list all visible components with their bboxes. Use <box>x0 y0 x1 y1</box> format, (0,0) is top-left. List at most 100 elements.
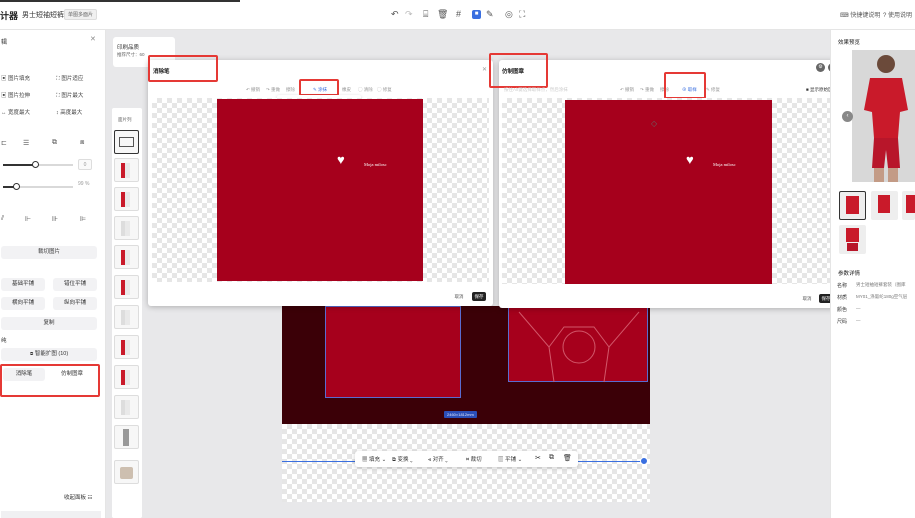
panel-thumb-shade <box>125 280 130 295</box>
width-max-button[interactable]: ↔ 宽度最大 <box>1 108 30 116</box>
offset-tile-button[interactable]: 错位平铺 <box>53 278 97 291</box>
clone-stamp-button[interactable]: 仿制图章 <box>50 368 94 381</box>
smart-expand-button[interactable]: ⧈ 智能扩图 (10) <box>1 348 97 361</box>
crop-button[interactable]: ⌗ 裁切 <box>466 455 482 464</box>
opacity-slider-handle[interactable] <box>32 161 39 168</box>
tile-menu[interactable]: ▥ 平铺 ⌄ <box>498 455 522 463</box>
app-title: 计器 <box>0 11 19 21</box>
collapse-panel-button[interactable]: 收起面板 ☷ <box>64 493 92 501</box>
panel-thumb[interactable] <box>114 245 139 269</box>
select-icon[interactable]: ■ <box>472 10 481 19</box>
rotate-handle[interactable] <box>640 457 648 465</box>
preview-thumb-1[interactable] <box>839 191 866 220</box>
duplicate-icon[interactable]: ⧉ <box>549 454 554 462</box>
fit-adapt-button[interactable]: ⛶ 图片适应 <box>56 74 83 83</box>
panel-thumb-shade <box>125 192 130 207</box>
help-link[interactable]: ? 使用说明 <box>883 10 912 19</box>
eraser-rubber[interactable]: 橡皮 <box>342 87 351 93</box>
preview-thumb-4-shirt <box>846 228 859 242</box>
panel-thumb[interactable] <box>114 187 139 211</box>
shortcut-link[interactable]: ⌨ 快捷键说明 <box>840 10 880 19</box>
eraser-button[interactable]: 消除笔 <box>3 368 45 381</box>
basic-tile-button[interactable]: 基础平铺 <box>1 278 45 291</box>
panel-thumb[interactable] <box>114 275 139 299</box>
close-icon[interactable]: ✕ <box>90 35 96 43</box>
prev-arrow-icon[interactable]: ‹ <box>842 111 853 122</box>
horizontal-tile-button[interactable]: 横向平铺 <box>1 297 45 310</box>
target-icon[interactable]: ◎ <box>505 8 513 20</box>
clone-sample-button[interactable]: ⊕ 取样 <box>682 87 697 93</box>
panel-thumb[interactable] <box>114 425 139 449</box>
align-icon[interactable]: ⌸ <box>423 8 428 20</box>
back-piece[interactable] <box>508 306 648 383</box>
eraser-redo[interactable]: ↷ 重做 <box>266 87 280 93</box>
panel-thumb-shape <box>121 221 130 236</box>
pen-icon[interactable]: ✎ <box>486 8 494 20</box>
bottom-layer-row[interactable] <box>1 511 101 518</box>
opacity-input[interactable]: 0 <box>78 159 92 170</box>
trash-icon[interactable]: 🗑 <box>563 454 572 462</box>
delete-icon[interactable]: 🗑 <box>437 8 448 20</box>
copy-button[interactable]: 复制 <box>1 317 97 330</box>
panel-thumb[interactable] <box>114 365 139 389</box>
fit-max-button[interactable]: ⛶ 图片最大 <box>56 91 83 100</box>
garment-outline <box>518 311 640 383</box>
clone-cancel-button[interactable]: 取消 <box>800 294 814 303</box>
scale-input[interactable]: 99 % <box>78 181 89 187</box>
layer-icon[interactable]: ⊫ <box>80 215 86 223</box>
layer-down-icon[interactable]: ⊪ <box>52 215 58 223</box>
preview-thumb-2[interactable] <box>871 191 898 220</box>
fill-icon: ▦ <box>362 457 370 463</box>
scale-slider-handle[interactable] <box>13 183 20 190</box>
align-right-icon[interactable]: ⧉ <box>52 139 57 147</box>
eraser-fix[interactable]: ◯ 修复 <box>377 87 392 93</box>
clone-fix[interactable]: ✎ 修复 <box>706 87 720 93</box>
clone-undo[interactable]: ↶ 撤销 <box>620 87 634 93</box>
fill-menu[interactable]: ▦ 填充 ⌄ <box>362 455 386 463</box>
panel-thumb-shade <box>125 310 130 325</box>
scissors-icon[interactable]: ✂ <box>535 454 541 462</box>
align-center-icon[interactable]: ☰ <box>23 139 29 147</box>
sample-point-icon[interactable]: ◇ <box>651 119 657 128</box>
transform-menu[interactable]: ⧉ 变换 ⌄ <box>392 455 413 464</box>
panel-thumb[interactable] <box>114 305 139 329</box>
eraser-undo[interactable]: ↶ 撤销 <box>246 87 260 93</box>
eraser-clear[interactable]: ◯ 清除 <box>358 87 373 93</box>
panel-thumb-shape <box>121 400 130 415</box>
preview-thumb-3[interactable] <box>902 191 915 220</box>
panel-thumb[interactable] <box>114 395 139 419</box>
fit-fill-button[interactable]: ▣ 图片填充 <box>1 74 30 82</box>
crop-image-button[interactable]: 裁切图片 <box>1 246 97 259</box>
preview-thumb-4[interactable] <box>839 225 866 254</box>
undo-icon[interactable]: ↶ <box>391 8 399 20</box>
eraser-smear-button[interactable]: ✎ 涂抹 <box>313 87 327 93</box>
panel-thumb[interactable] <box>114 158 139 182</box>
flip-icon[interactable]: ⫽ <box>1 215 4 223</box>
params-title: 参数详情 <box>838 271 861 277</box>
align-menu[interactable]: ⫷ 对齐 ⌄ <box>428 455 448 464</box>
height-max-button[interactable]: ↕ 高度最大 <box>56 108 82 116</box>
align-left-icon[interactable]: ⊏ <box>1 139 7 147</box>
panel-thumb[interactable] <box>114 335 139 359</box>
distribute-icon[interactable]: ⧈ <box>80 139 84 147</box>
front-piece[interactable] <box>325 306 461 398</box>
clone-settings-icon[interactable]: ⚙ <box>816 63 825 72</box>
redo-icon[interactable]: ↷ <box>405 8 413 20</box>
panel-thumb[interactable] <box>114 130 139 154</box>
clone-redo[interactable]: ↷ 重做 <box>640 87 654 93</box>
grid-icon[interactable]: # <box>456 8 461 20</box>
panel-thumb[interactable] <box>114 216 139 240</box>
eraser-erase[interactable]: 擦除 <box>286 87 295 93</box>
eraser-cancel-button[interactable]: 取消 <box>452 292 466 301</box>
eraser-canvas-image[interactable] <box>217 99 423 281</box>
param-key: 名称 <box>837 283 848 289</box>
eraser-save-button[interactable]: 保存 <box>472 292 486 301</box>
eraser-close-icon[interactable]: ✕ <box>482 66 487 73</box>
fullscreen-icon[interactable]: ⛶ <box>519 8 525 20</box>
fit-stretch-button[interactable]: ▣ 图片拉伸 <box>1 91 30 99</box>
panel-thumb[interactable] <box>114 460 139 484</box>
top-strip <box>0 0 240 2</box>
layer-up-icon[interactable]: ⊩ <box>25 215 31 223</box>
vertical-tile-button[interactable]: 纵向平铺 <box>53 297 97 310</box>
clone-canvas-image[interactable] <box>565 100 772 284</box>
